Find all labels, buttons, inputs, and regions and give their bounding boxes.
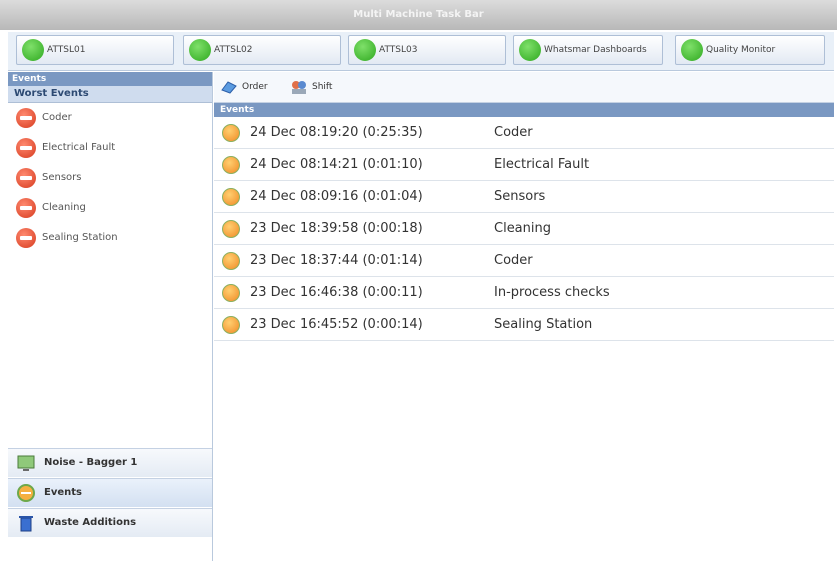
worst-event-label: Cleaning [42, 202, 86, 213]
nav-label: Waste Additions [44, 517, 137, 528]
machine-button-3[interactable]: ATTSL03 [348, 35, 506, 65]
order-label: Order [242, 82, 268, 92]
machine-button-5[interactable]: Quality Monitor [675, 35, 825, 65]
event-row[interactable]: 23 Dec 16:46:38 (0:00:11) In-process che… [214, 277, 834, 309]
event-name: Cleaning [494, 221, 551, 236]
main-panel: Order Shift Events 24 Dec 08:19:20 (0:25… [214, 72, 834, 561]
bin-icon [19, 516, 33, 532]
event-row[interactable]: 23 Dec 16:45:52 (0:00:14) Sealing Statio… [214, 309, 834, 341]
event-status-icon [222, 124, 240, 142]
status-dot-icon [22, 39, 44, 61]
event-row[interactable]: 23 Dec 18:37:44 (0:01:14) Coder [214, 245, 834, 277]
worst-events-section[interactable]: Worst Events [8, 86, 212, 103]
order-icon [221, 81, 237, 94]
shift-icon [292, 81, 306, 94]
event-time: 23 Dec 18:37:44 (0:01:14) [250, 253, 423, 268]
event-row[interactable]: 24 Dec 08:14:21 (0:01:10) Electrical Fau… [214, 149, 834, 181]
stop-icon [16, 108, 36, 128]
events-icon [17, 484, 35, 502]
stop-icon [16, 168, 36, 188]
event-status-icon [222, 188, 240, 206]
event-name: Sealing Station [494, 317, 593, 332]
worst-event-label: Sealing Station [42, 232, 118, 243]
machine-label: ATTSL02 [214, 45, 253, 55]
order-button[interactable]: Order [218, 76, 284, 98]
status-dot-icon [681, 39, 703, 61]
event-status-icon [222, 316, 240, 334]
worst-event-label: Electrical Fault [42, 142, 116, 153]
event-time: 24 Dec 08:09:16 (0:01:04) [250, 189, 423, 204]
event-name: Electrical Fault [494, 157, 590, 172]
worst-event-item[interactable]: Coder [8, 103, 212, 133]
nav-events[interactable]: Events [8, 478, 212, 507]
monitor-icon [17, 455, 35, 471]
machine-button-4[interactable]: Whatsmar Dashboards [513, 35, 663, 65]
left-panel: Events Worst Events Coder Electrical Fau… [8, 72, 213, 561]
machine-button-2[interactable]: ATTSL02 [183, 35, 341, 65]
event-time: 23 Dec 16:46:38 (0:00:11) [250, 285, 423, 300]
shift-button[interactable]: Shift [288, 76, 348, 98]
nav-label: Events [44, 487, 82, 498]
event-time: 24 Dec 08:19:20 (0:25:35) [250, 125, 423, 140]
machine-bar: ATTSL01 ATTSL02 ATTSL03 Whatsmar Dashboa… [8, 32, 834, 71]
machine-label: ATTSL03 [379, 45, 418, 55]
event-row[interactable]: 24 Dec 08:09:16 (0:01:04) Sensors [214, 181, 834, 213]
nav-noise-bagger[interactable]: Noise - Bagger 1 [8, 448, 212, 477]
event-row[interactable]: 23 Dec 18:39:58 (0:00:18) Cleaning [214, 213, 834, 245]
status-dot-icon [519, 39, 541, 61]
event-name: Coder [494, 253, 533, 268]
worst-event-label: Sensors [42, 172, 82, 183]
event-time: 24 Dec 08:14:21 (0:01:10) [250, 157, 423, 172]
event-status-icon [222, 156, 240, 174]
stop-icon [16, 228, 36, 248]
event-name: In-process checks [494, 285, 610, 300]
event-time: 23 Dec 18:39:58 (0:00:18) [250, 221, 423, 236]
toolbar: Order Shift [214, 72, 834, 103]
event-status-icon [222, 252, 240, 270]
event-status-icon [222, 284, 240, 302]
machine-label: Whatsmar Dashboards [544, 45, 647, 55]
nav-waste-additions[interactable]: Waste Additions [8, 508, 212, 537]
status-dot-icon [189, 39, 211, 61]
event-name: Coder [494, 125, 533, 140]
machine-label: ATTSL01 [47, 45, 86, 55]
status-dot-icon [354, 39, 376, 61]
left-panel-header: Events [8, 72, 212, 86]
events-header: Events [214, 103, 834, 117]
event-status-icon [222, 220, 240, 238]
stop-icon [16, 138, 36, 158]
shift-label: Shift [312, 82, 333, 92]
nav-label: Noise - Bagger 1 [44, 457, 138, 468]
stop-icon [16, 198, 36, 218]
worst-event-item[interactable]: Electrical Fault [8, 133, 212, 163]
window-title: Multi Machine Task Bar [0, 0, 837, 30]
event-row[interactable]: 24 Dec 08:19:20 (0:25:35) Coder [214, 117, 834, 149]
worst-event-label: Coder [42, 112, 72, 123]
machine-label: Quality Monitor [706, 45, 776, 55]
worst-event-item[interactable]: Sensors [8, 163, 212, 193]
worst-event-item[interactable]: Sealing Station [8, 223, 212, 253]
event-time: 23 Dec 16:45:52 (0:00:14) [250, 317, 423, 332]
worst-event-item[interactable]: Cleaning [8, 193, 212, 223]
machine-button-1[interactable]: ATTSL01 [16, 35, 174, 65]
event-name: Sensors [494, 189, 546, 204]
